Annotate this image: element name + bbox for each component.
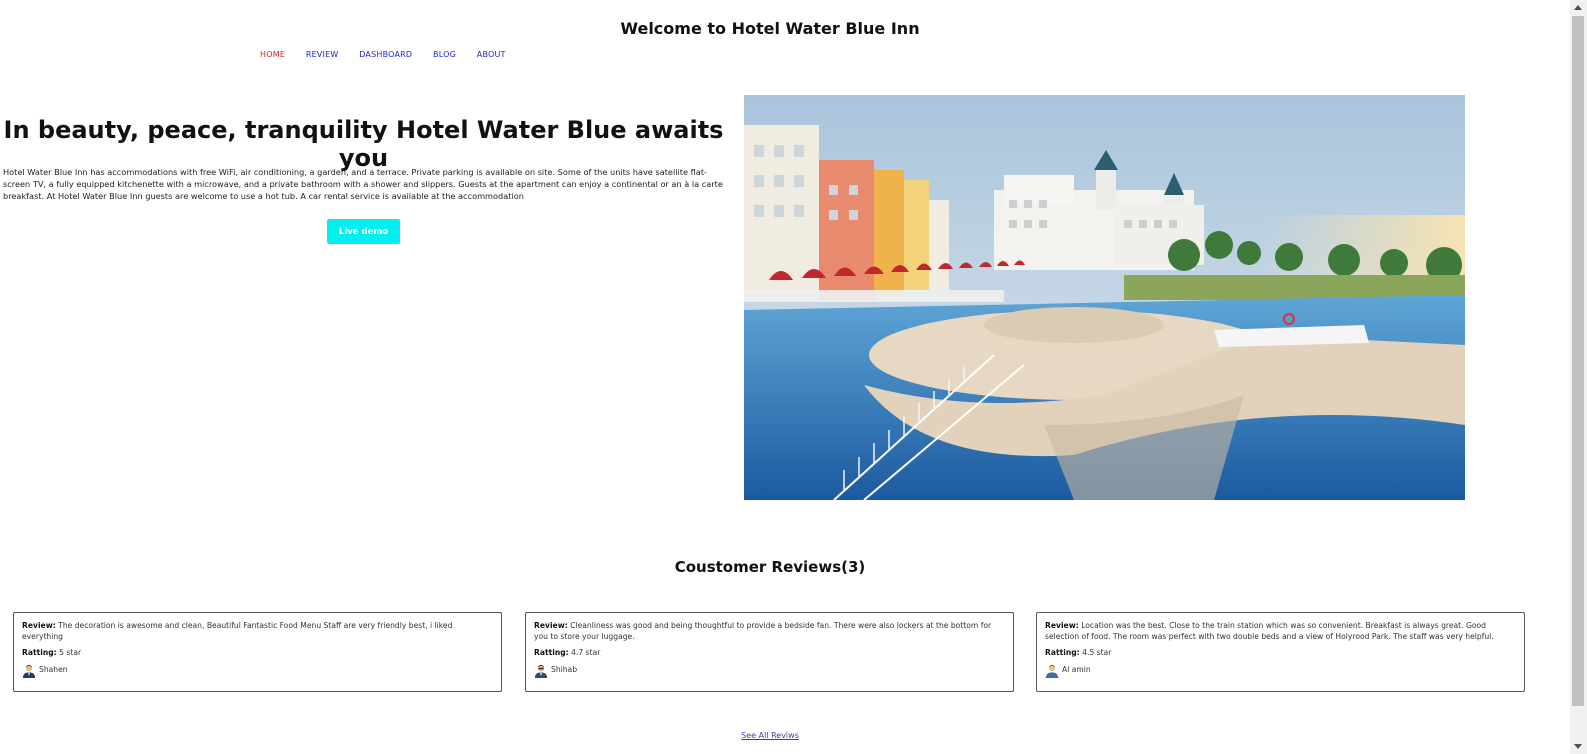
reviewer-name: Shihab bbox=[551, 665, 578, 675]
reviewer: Shihab bbox=[534, 664, 1005, 678]
nav-blog-link[interactable]: BLOG bbox=[433, 50, 456, 59]
scroll-up-arrow-icon[interactable] bbox=[1574, 5, 1582, 10]
reviewer: Al amin bbox=[1045, 664, 1516, 678]
hero-heading: In beauty, peace, tranquility Hotel Wate… bbox=[3, 116, 724, 172]
avatar-icon bbox=[534, 664, 548, 678]
site-title: Welcome to Hotel Water Blue Inn bbox=[620, 19, 920, 38]
scrollbar-thumb[interactable] bbox=[1572, 16, 1584, 706]
reviewer-name: Shahen bbox=[39, 665, 68, 675]
see-all-reviews-link[interactable]: See All Reviws bbox=[741, 731, 799, 740]
review-card: Review: Cleanliness was good and being t… bbox=[525, 612, 1014, 692]
avatar-icon bbox=[1045, 664, 1059, 678]
main-nav: HOME REVIEW DASHBOARD BLOG ABOUT bbox=[260, 50, 524, 59]
live-demo-button[interactable]: Live demo bbox=[327, 219, 400, 244]
nav-home-link[interactable]: HOME bbox=[260, 50, 285, 59]
reviewer: Shahen bbox=[22, 664, 493, 678]
review-card: Review: Location was the best. Close to … bbox=[1036, 612, 1525, 692]
review-card: Review: The decoration is awesome and cl… bbox=[13, 612, 502, 692]
see-all-container: See All Reviws bbox=[0, 731, 1540, 740]
page: Welcome to Hotel Water Blue Inn HOME REV… bbox=[0, 0, 1570, 754]
review-rating: Ratting: 4.7 star bbox=[534, 648, 601, 658]
nav-dashboard-link[interactable]: DASHBOARD bbox=[359, 50, 412, 59]
review-text: Review: Location was the best. Close to … bbox=[1045, 621, 1494, 641]
hotel-pool-image bbox=[744, 95, 1465, 500]
nav-about-link[interactable]: ABOUT bbox=[477, 50, 506, 59]
review-rating: Ratting: 4.5 star bbox=[1045, 648, 1112, 658]
avatar-icon bbox=[22, 664, 36, 678]
review-text: Review: Cleanliness was good and being t… bbox=[534, 621, 992, 641]
review-text: Review: The decoration is awesome and cl… bbox=[22, 621, 453, 641]
review-rating: Ratting: 5 star bbox=[22, 648, 82, 658]
nav-review-link[interactable]: REVIEW bbox=[306, 50, 339, 59]
hero-description: Hotel Water Blue Inn has accommodations … bbox=[3, 167, 723, 201]
reviewer-name: Al amin bbox=[1062, 665, 1091, 675]
vertical-scrollbar[interactable] bbox=[1570, 0, 1587, 754]
reviews-heading: Coustomer Reviews(3) bbox=[674, 558, 866, 576]
scroll-down-arrow-icon[interactable] bbox=[1574, 744, 1582, 749]
